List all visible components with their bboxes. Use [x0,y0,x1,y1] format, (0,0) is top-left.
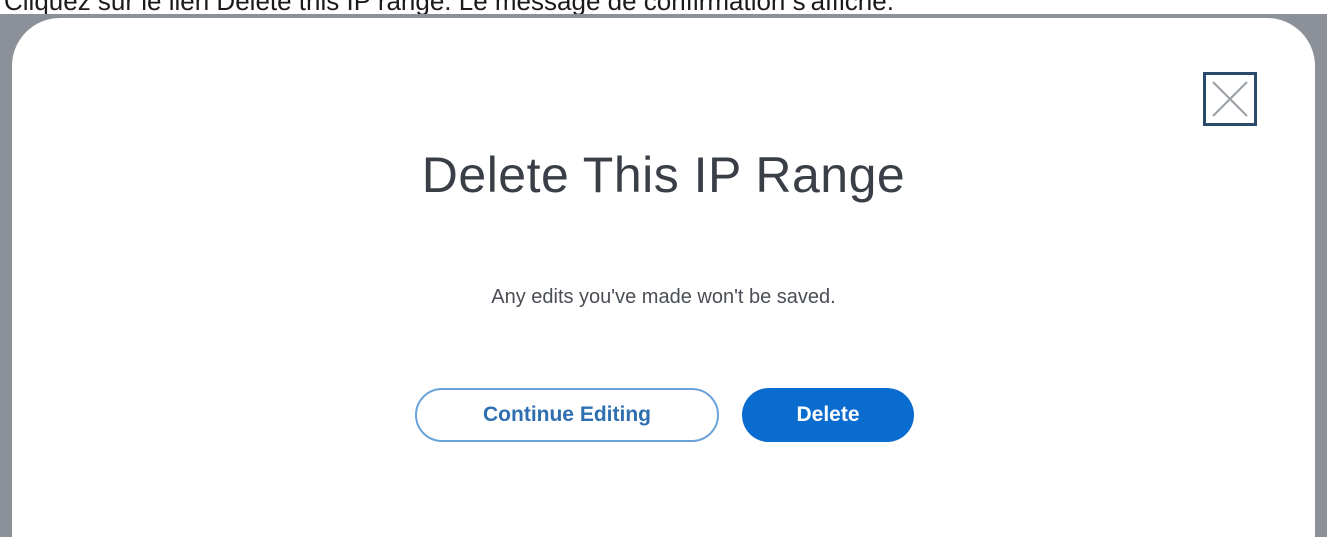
dialog-title: Delete This IP Range [421,147,906,203]
close-button[interactable] [1203,72,1257,126]
continue-editing-button[interactable]: Continue Editing [415,388,719,442]
delete-ip-range-dialog: Delete This IP Range Any edits you've ma… [12,18,1315,537]
close-icon [1212,81,1248,117]
delete-button[interactable]: Delete [742,388,914,442]
dialog-message: Any edits you've made won't be saved. [491,286,836,308]
